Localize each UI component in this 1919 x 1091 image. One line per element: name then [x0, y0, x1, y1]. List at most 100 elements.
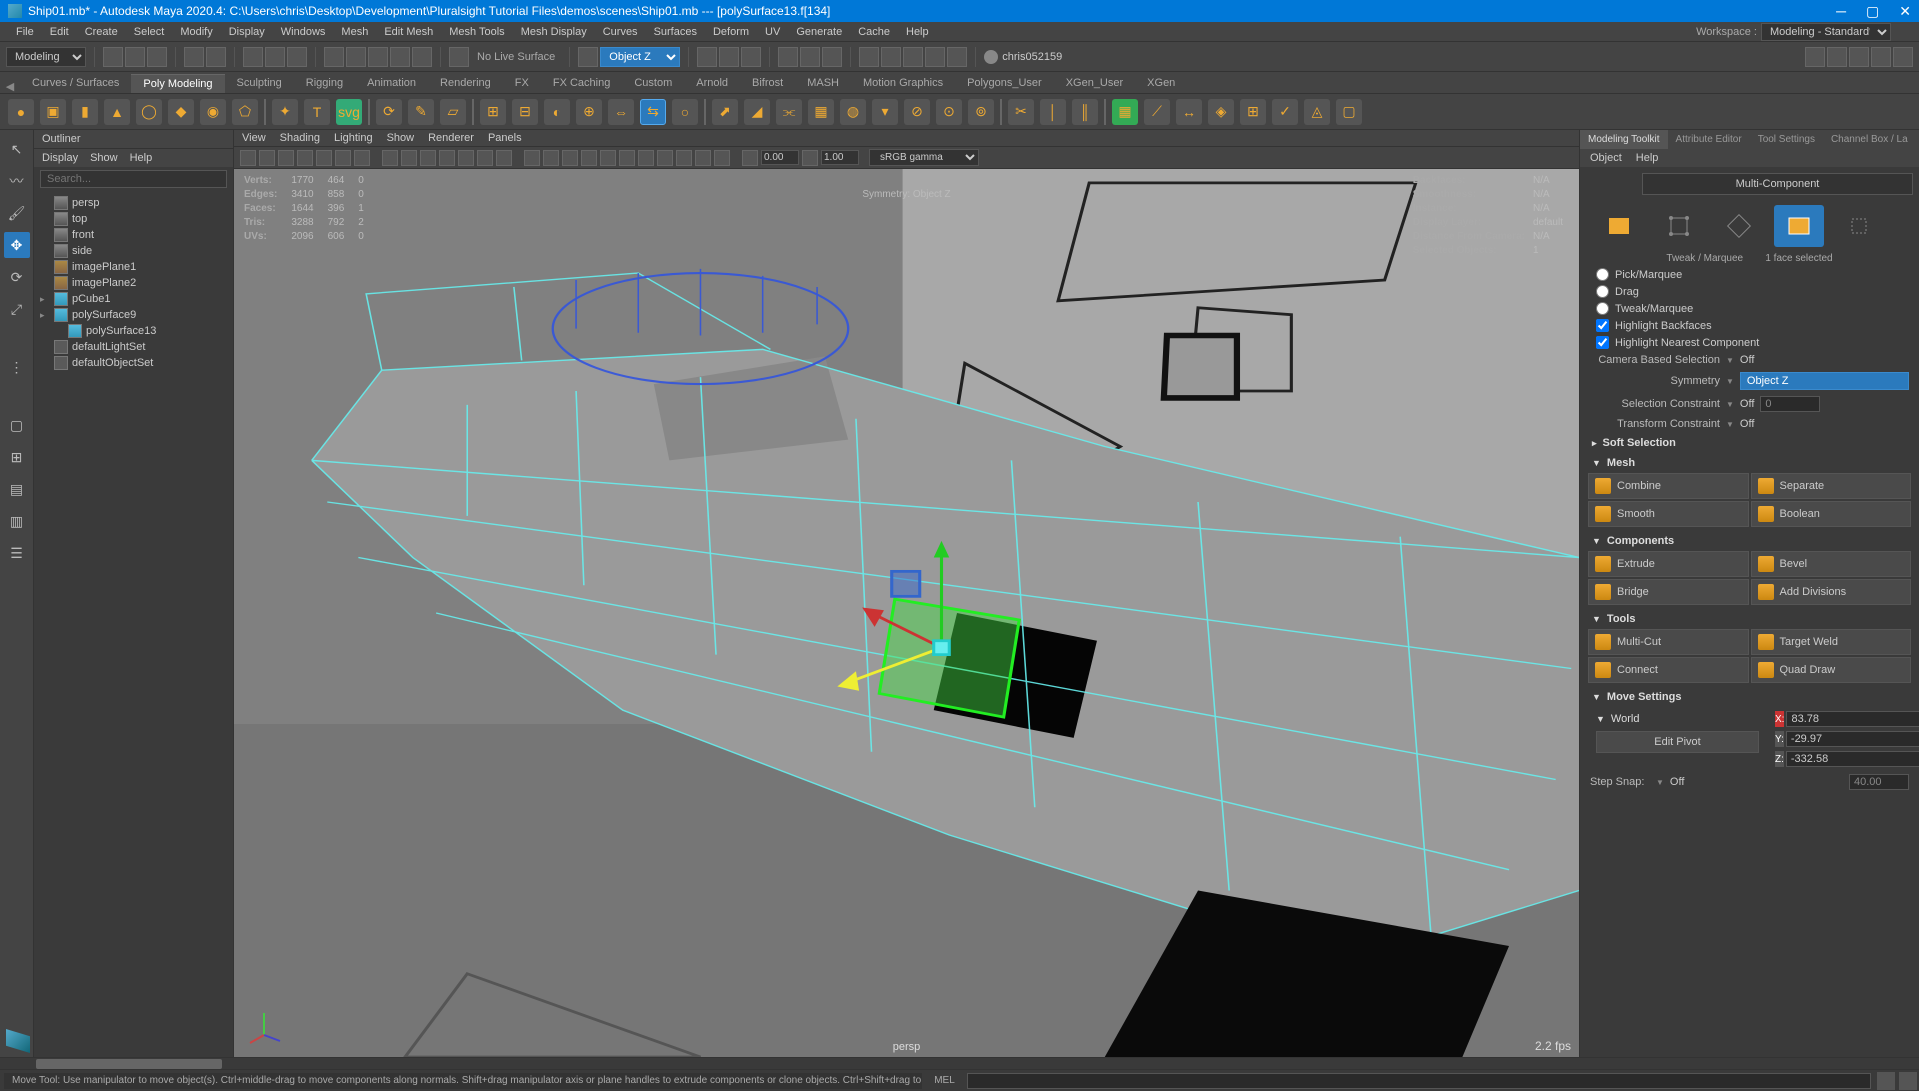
offset-edge-icon[interactable]: ║ — [1072, 99, 1098, 125]
minimize-button[interactable]: ─ — [1836, 3, 1846, 20]
make-live-icon[interactable]: ◈ — [1208, 99, 1234, 125]
connect-button[interactable]: Connect — [1588, 657, 1749, 683]
maximize-button[interactable]: ▢ — [1866, 3, 1879, 20]
outliner-node-persp[interactable]: persp — [36, 195, 231, 211]
menu-mesh[interactable]: Mesh — [333, 26, 376, 38]
menu-mesh-tools[interactable]: Mesh Tools — [441, 26, 512, 38]
vp-safe-title-icon[interactable] — [496, 150, 512, 166]
multi-cut-button[interactable]: Multi-Cut — [1588, 629, 1749, 655]
target-weld-button[interactable]: Target Weld — [1751, 629, 1912, 655]
tab-tool-settings[interactable]: Tool Settings — [1750, 130, 1823, 149]
sel-mode-object[interactable] — [1594, 205, 1644, 247]
outliner-node-imagePlane2[interactable]: imagePlane2 — [36, 275, 231, 291]
paint-select-tool[interactable]: 🖌 — [4, 200, 30, 226]
vp-menu-lighting[interactable]: Lighting — [334, 132, 373, 144]
shelf-gear-icon[interactable] — [1901, 75, 1917, 91]
svg-icon[interactable]: svg — [336, 99, 362, 125]
camera-based-dropdown[interactable]: ▼ — [1726, 356, 1734, 365]
connect-icon[interactable]: ⟋ — [1144, 99, 1170, 125]
radio-drag[interactable] — [1596, 285, 1609, 298]
scrollbar-thumb[interactable] — [36, 1059, 222, 1069]
toggle-panel-5-icon[interactable] — [1893, 47, 1913, 67]
cleanup-icon[interactable]: ✓ — [1272, 99, 1298, 125]
sel-mode-edge[interactable] — [1714, 205, 1764, 247]
multi-component-button[interactable]: Multi-Component — [1642, 173, 1913, 195]
shelf-scroll-left[interactable]: ◀ — [0, 80, 20, 93]
shelf-tab-mash[interactable]: MASH — [795, 74, 851, 93]
mirror-icon[interactable]: ⇔ — [608, 99, 634, 125]
super-shape-icon[interactable]: ✦ — [272, 99, 298, 125]
outliner-node-polySurface13[interactable]: polySurface13 — [36, 323, 231, 339]
redo-icon[interactable] — [206, 47, 226, 67]
toggle-panel-4-icon[interactable] — [1871, 47, 1891, 67]
combine-button[interactable]: Combine — [1588, 473, 1749, 499]
menu-edit-mesh[interactable]: Edit Mesh — [376, 26, 441, 38]
scale-tool[interactable]: ⤢ — [4, 296, 30, 322]
components-section-header[interactable]: ▼Components — [1586, 531, 1913, 551]
vp-menu-panels[interactable]: Panels — [488, 132, 522, 144]
vp-grid-icon[interactable] — [382, 150, 398, 166]
symmetry-axis-select[interactable]: Object Z — [600, 47, 680, 67]
select-tool-icon[interactable] — [243, 47, 263, 67]
command-lang-label[interactable]: MEL — [926, 1075, 963, 1086]
move-tool[interactable]: ✥ — [4, 232, 30, 258]
menu-windows[interactable]: Windows — [273, 26, 334, 38]
xform-constraint-dropdown[interactable]: ▼ — [1726, 420, 1734, 429]
sel-mode-face[interactable] — [1774, 205, 1824, 247]
multi-cut-icon[interactable]: ✂ — [1008, 99, 1034, 125]
quad-draw-icon[interactable]: ▦ — [1112, 99, 1138, 125]
shelf-tab-bifrost[interactable]: Bifrost — [740, 74, 795, 93]
vp-ao-icon[interactable] — [600, 150, 616, 166]
bridge-button[interactable]: Bridge — [1588, 579, 1749, 605]
mtk-menu-object[interactable]: Object — [1590, 152, 1622, 164]
command-output-icon[interactable] — [1899, 1072, 1917, 1090]
tab-modeling-toolkit[interactable]: Modeling Toolkit — [1580, 130, 1668, 149]
radio-pick-marquee[interactable] — [1596, 268, 1609, 281]
render-settings-icon[interactable] — [741, 47, 761, 67]
vp-color-mgmt-select[interactable]: sRGB gamma — [869, 149, 979, 166]
menu-edit[interactable]: Edit — [42, 26, 77, 38]
shelf-tab-animation[interactable]: Animation — [355, 74, 428, 93]
snap-plane-icon[interactable] — [390, 47, 410, 67]
shelf-tab-fx-caching[interactable]: FX Caching — [541, 74, 622, 93]
playback-range-icon[interactable] — [881, 47, 901, 67]
snap-curve-icon[interactable] — [346, 47, 366, 67]
outliner-node-side[interactable]: side — [36, 243, 231, 259]
sel-constraint-dropdown[interactable]: ▼ — [1726, 400, 1734, 409]
menu-curves[interactable]: Curves — [595, 26, 646, 38]
vp-resolution-gate-icon[interactable] — [420, 150, 436, 166]
check-highlight-nearest[interactable] — [1596, 336, 1609, 349]
outliner-search-input[interactable] — [40, 170, 227, 188]
sel-mode-uv[interactable] — [1834, 205, 1884, 247]
radio-tweak-marquee[interactable] — [1596, 302, 1609, 315]
poly-cylinder-icon[interactable]: ▮ — [72, 99, 98, 125]
lasso-tool[interactable]: 〰 — [4, 168, 30, 194]
undo-icon[interactable] — [184, 47, 204, 67]
paint-select-icon[interactable] — [287, 47, 307, 67]
vp-gamma-input[interactable] — [821, 150, 859, 165]
vp-bookmark-icon[interactable] — [297, 150, 313, 166]
render-view-icon[interactable] — [800, 47, 820, 67]
menu-select[interactable]: Select — [126, 26, 173, 38]
vp-shadows-icon[interactable] — [581, 150, 597, 166]
vp-smooth-shade-icon[interactable] — [543, 150, 559, 166]
retopo-icon[interactable]: ⊞ — [1240, 99, 1266, 125]
extrude-button[interactable]: Extrude — [1588, 551, 1749, 577]
world-axis-header[interactable]: ▼World — [1590, 709, 1765, 729]
shelf-tab-rigging[interactable]: Rigging — [294, 74, 355, 93]
playback-speed-icon[interactable] — [903, 47, 923, 67]
vp-field-chart-icon[interactable] — [458, 150, 474, 166]
menu-deform[interactable]: Deform — [705, 26, 757, 38]
shelf-tab-custom[interactable]: Custom — [622, 74, 684, 93]
shelf-tab-xgen[interactable]: XGen — [1135, 74, 1187, 93]
toggle-panel-1-icon[interactable] — [1805, 47, 1825, 67]
shelf-tab-sculpting[interactable]: Sculpting — [225, 74, 294, 93]
combine-icon[interactable]: ⊞ — [480, 99, 506, 125]
vp-exposure-input[interactable] — [761, 150, 799, 165]
sel-mode-vertex[interactable] — [1654, 205, 1704, 247]
toggle-panel-3-icon[interactable] — [1849, 47, 1869, 67]
vp-isolate-icon[interactable] — [676, 150, 692, 166]
toggle-panel-2-icon[interactable] — [1827, 47, 1847, 67]
playback-toggle-icon[interactable] — [859, 47, 879, 67]
separate-button[interactable]: Separate — [1751, 473, 1912, 499]
